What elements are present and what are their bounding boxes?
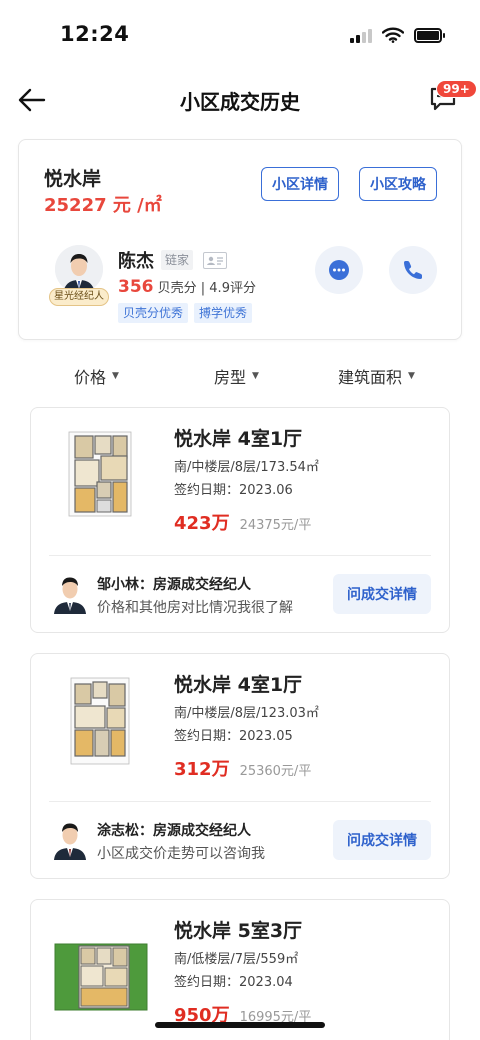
agent-tag: 贝壳分优秀 <box>118 303 189 323</box>
ask-deal-detail-button[interactable]: 问成交详情 <box>333 820 431 860</box>
deal-meta: 南/低楼层/7层/559㎡ <box>174 952 299 967</box>
battery-icon <box>414 27 445 43</box>
deal-card[interactable]: 悦水岸 4室1厅 南/中楼层/8层/173.54㎡ 签约日期：2023.06 4… <box>30 407 450 633</box>
agent-score: 356 贝壳分 | 4.9评分 <box>118 277 256 297</box>
floorplan-image <box>68 431 132 517</box>
community-name: 悦水岸 <box>44 168 102 190</box>
ask-deal-detail-button[interactable]: 问成交详情 <box>333 574 431 614</box>
divider <box>49 555 431 556</box>
notification-badge: 99+ <box>436 80 477 98</box>
community-card: 悦水岸 25227 元 /㎡ 小区详情 小区攻略 星光经纪人 陈杰 链家 356… <box>18 139 462 340</box>
agent-note: 小区成交价走势可以咨询我 <box>97 846 265 862</box>
agent-score-number: 356 <box>118 277 154 297</box>
deal-card[interactable]: 悦水岸 5室3厅 南/低楼层/7层/559㎡ 签约日期：2023.04 950万… <box>30 899 450 1040</box>
deal-meta: 南/中楼层/8层/173.54㎡ <box>174 460 319 475</box>
caret-down-icon: ▼ <box>408 371 415 381</box>
deal-title: 悦水岸 5室3厅 <box>174 920 303 942</box>
agent-name: 陈杰 <box>118 251 154 272</box>
deal-price: 423万 24375元/平 <box>174 509 311 535</box>
agent-avatar[interactable]: 星光经纪人 <box>49 245 109 307</box>
agent-tag: 搏学优秀 <box>194 303 253 323</box>
agent-tags: 贝壳分优秀 搏学优秀 <box>118 303 253 323</box>
filter-label: 价格 <box>74 368 107 387</box>
deal-date: 签约日期：2023.05 <box>174 729 293 744</box>
deal-total-price: 312万 <box>174 759 230 780</box>
floorplan-image <box>54 943 148 1011</box>
agent-chat-button[interactable] <box>315 246 363 294</box>
agent-role: 邹小林：房源成交经纪人 <box>97 577 251 593</box>
cellular-signal-icon <box>350 28 372 43</box>
filter-label: 建筑面积 <box>338 368 403 387</box>
divider <box>49 801 431 802</box>
page-title: 小区成交历史 <box>180 90 300 114</box>
star-agent-tag: 星光经纪人 <box>49 288 109 306</box>
deal-title: 悦水岸 4室1厅 <box>174 428 303 450</box>
deal-total-price: 423万 <box>174 513 230 534</box>
agent-phone-button[interactable] <box>389 246 437 294</box>
deal-unit-price: 25360元/平 <box>239 764 312 779</box>
community-detail-button[interactable]: 小区详情 <box>261 167 339 201</box>
deal-meta: 南/中楼层/8层/123.03㎡ <box>174 706 319 721</box>
phone-icon <box>404 261 422 279</box>
agent-portrait-icon <box>55 245 103 293</box>
community-price: 25227 元 /㎡ <box>44 195 162 216</box>
home-indicator[interactable] <box>155 1022 325 1028</box>
deal-date: 签约日期：2023.06 <box>174 483 293 498</box>
filter-layout[interactable]: 房型 ▼ <box>214 364 259 388</box>
deal-date: 签约日期：2023.04 <box>174 975 293 990</box>
status-time: 12:24 <box>60 22 130 46</box>
agent-score-suffix: 贝壳分 | 4.9评分 <box>157 281 256 296</box>
deal-price: 312万 25360元/平 <box>174 755 311 781</box>
id-card-icon <box>203 252 227 269</box>
agent-avatar[interactable] <box>51 818 89 860</box>
community-guide-button[interactable]: 小区攻略 <box>359 167 437 201</box>
agent-role: 涂志松：房源成交经纪人 <box>97 823 251 839</box>
deal-unit-price: 24375元/平 <box>239 518 312 533</box>
chat-icon <box>329 260 349 280</box>
caret-down-icon: ▼ <box>252 371 259 381</box>
status-bar: 12:24 <box>0 0 480 70</box>
agent-note: 价格和其他房对比情况我很了解 <box>97 600 293 616</box>
wifi-icon <box>382 27 404 43</box>
filter-price[interactable]: 价格 ▼ <box>74 364 119 388</box>
nav-bar: 小区成交历史 <box>0 70 480 130</box>
filter-area[interactable]: 建筑面积 ▼ <box>338 364 415 388</box>
floorplan-image <box>70 677 130 765</box>
filter-bar: 价格 ▼ 房型 ▼ 建筑面积 ▼ <box>0 352 480 396</box>
deal-card[interactable]: 悦水岸 4室1厅 南/中楼层/8层/123.03㎡ 签约日期：2023.05 3… <box>30 653 450 879</box>
deal-title: 悦水岸 4室1厅 <box>174 674 303 696</box>
status-icons <box>350 27 445 43</box>
agent-company-tag: 链家 <box>161 250 194 270</box>
filter-label: 房型 <box>214 368 247 387</box>
caret-down-icon: ▼ <box>112 371 119 381</box>
agent-avatar[interactable] <box>51 572 89 614</box>
